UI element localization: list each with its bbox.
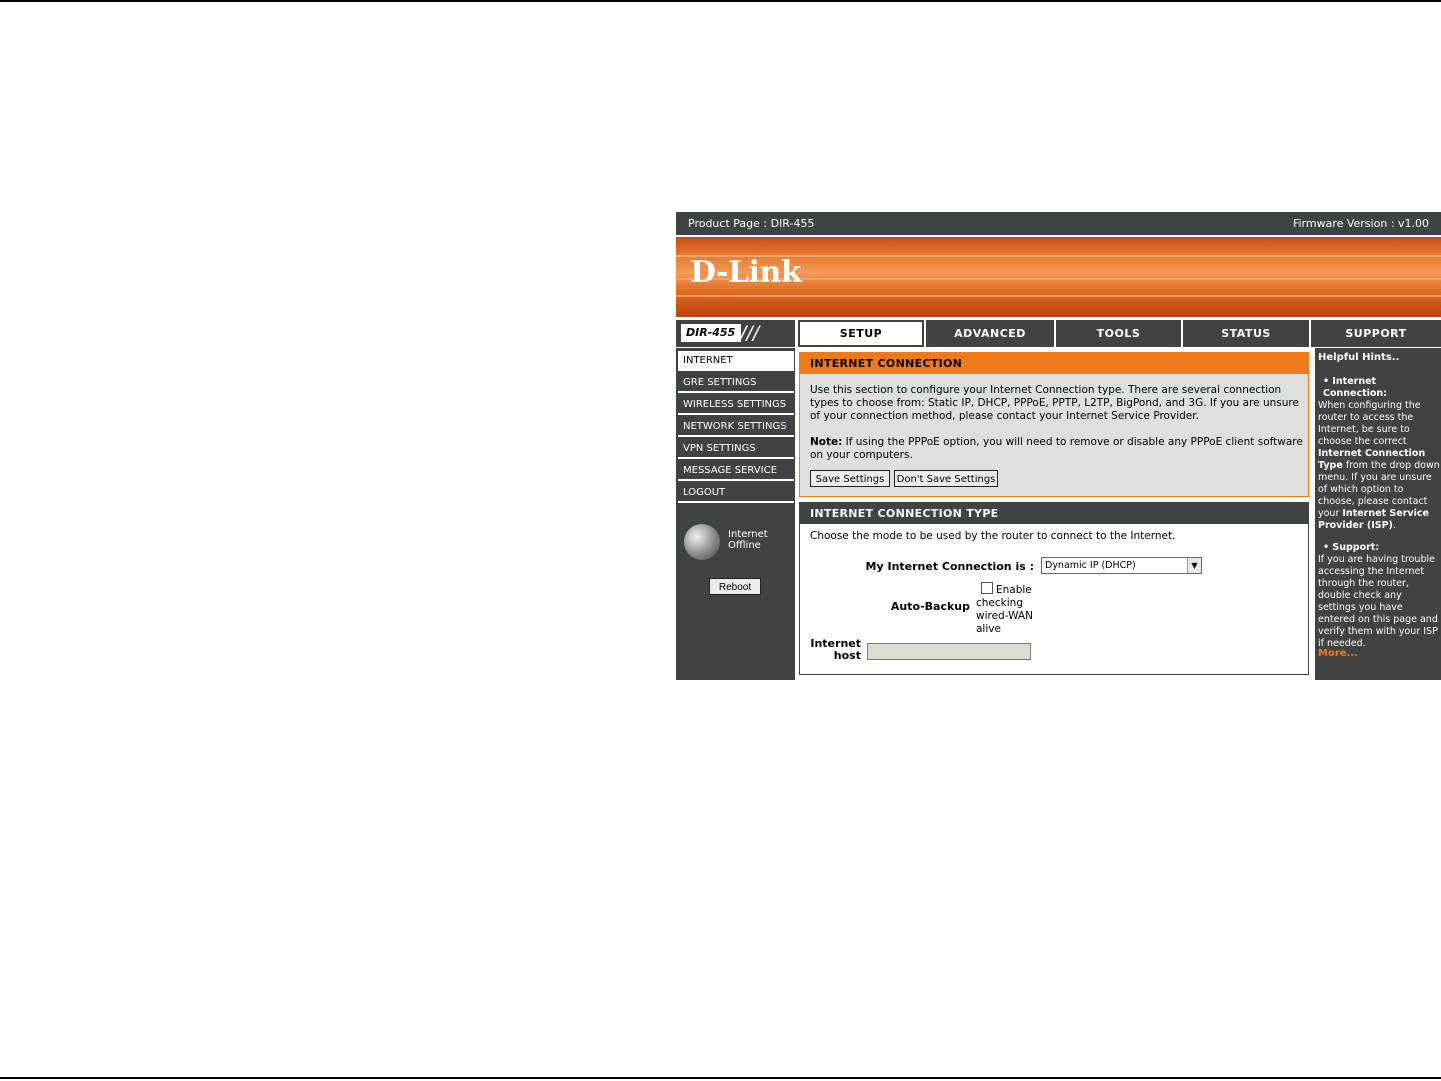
sidebar-item-message-service[interactable]: MESSAGE SERVICE	[678, 461, 794, 481]
connection-type-header: INTERNET CONNECTION TYPE	[800, 503, 1308, 524]
router-admin-page: Product Page : DIR-455 Firmware Version …	[676, 212, 1441, 680]
my-connection-label: My Internet Connection is :	[865, 560, 1034, 573]
internet-status: Internet Offline	[728, 529, 768, 551]
connection-type-select[interactable]: Dynamic IP (DHCP) ▼	[1041, 557, 1202, 574]
hint-internet-connection: • Internet Connection: When configuring …	[1318, 376, 1440, 531]
connection-type-description: Choose the mode to be used by the router…	[810, 530, 1176, 542]
tab-tools[interactable]: TOOLS	[1056, 320, 1181, 347]
connection-type-panel: INTERNET CONNECTION TYPE Choose the mode…	[799, 502, 1309, 675]
dont-save-settings-button[interactable]: Don't Save Settings	[894, 470, 998, 487]
sidebar-item-network-settings[interactable]: NETWORK SETTINGS	[678, 417, 794, 437]
tab-support[interactable]: SUPPORT	[1311, 320, 1441, 347]
save-settings-button[interactable]: Save Settings	[810, 470, 890, 487]
sidebar-item-logout[interactable]: LOGOUT	[678, 483, 794, 503]
hint-support: • Support: If you are having trouble acc…	[1318, 542, 1440, 650]
sidebar-item-internet[interactable]: INTERNET	[678, 351, 794, 371]
sidebar-item-gre-settings[interactable]: GRE SETTINGS	[678, 373, 794, 393]
auto-backup-enable-text: Enable checking wired-WAN alive	[976, 584, 1033, 635]
tab-advanced[interactable]: ADVANCED	[926, 320, 1054, 347]
model-badge: DIR-455 ///	[676, 320, 795, 347]
internet-status-line1: Internet	[728, 529, 768, 540]
tab-status[interactable]: STATUS	[1183, 320, 1309, 347]
top-rule	[0, 0, 1441, 2]
hint-internet-connection-head: • Internet Connection:	[1323, 376, 1387, 399]
sidebar-item-wireless-settings[interactable]: WIRELESS SETTINGS	[678, 395, 794, 415]
note-label: Note:	[810, 436, 843, 448]
product-page-label: Product Page : DIR-455	[688, 217, 815, 230]
main-nav: DIR-455 /// SETUP ADVANCED TOOLS STATUS …	[676, 320, 1441, 347]
dlink-logo: D-Link	[690, 255, 802, 290]
internet-connection-panel: INTERNET CONNECTION Use this section to …	[799, 352, 1309, 497]
internet-connection-header: INTERNET CONNECTION	[800, 353, 1308, 374]
chevron-down-icon[interactable]: ▼	[1187, 558, 1201, 573]
model-slashes: ///	[740, 322, 760, 344]
model-label: DIR-455	[681, 324, 741, 342]
more-hints-link[interactable]: More...	[1318, 648, 1358, 659]
brand-banner: D-Link	[676, 237, 1441, 317]
note-text: If using the PPPoE option, you will need…	[810, 436, 1303, 461]
helpful-hints-panel: Helpful Hints.. • Internet Connection: W…	[1315, 348, 1441, 680]
globe-icon	[684, 524, 720, 560]
bottom-rule	[0, 1077, 1441, 1079]
main-content: INTERNET CONNECTION Use this section to …	[795, 348, 1313, 680]
hint-support-head: • Support:	[1323, 542, 1380, 553]
internet-host-input[interactable]	[867, 643, 1031, 660]
connection-type-selected: Dynamic IP (DHCP)	[1045, 560, 1136, 571]
tab-setup[interactable]: SETUP	[798, 320, 924, 347]
auto-backup-label: Auto-Backup	[890, 600, 970, 613]
sidebar: INTERNET GRE SETTINGS WIRELESS SETTINGS …	[676, 348, 795, 680]
internet-status-line2: Offline	[728, 540, 761, 551]
internet-host-label: Internet host	[810, 637, 861, 662]
internet-connection-note: Note: If using the PPPoE option, you wil…	[810, 436, 1304, 462]
internet-connection-intro: Use this section to configure your Inter…	[810, 384, 1299, 422]
top-info-bar: Product Page : DIR-455 Firmware Version …	[676, 212, 1441, 235]
reboot-button[interactable]: Reboot	[709, 578, 761, 595]
firmware-version-label: Firmware Version : v1.00	[1292, 217, 1429, 230]
hints-title: Helpful Hints..	[1318, 352, 1400, 363]
sidebar-item-vpn-settings[interactable]: VPN SETTINGS	[678, 439, 794, 459]
banner-streak	[676, 295, 1441, 297]
